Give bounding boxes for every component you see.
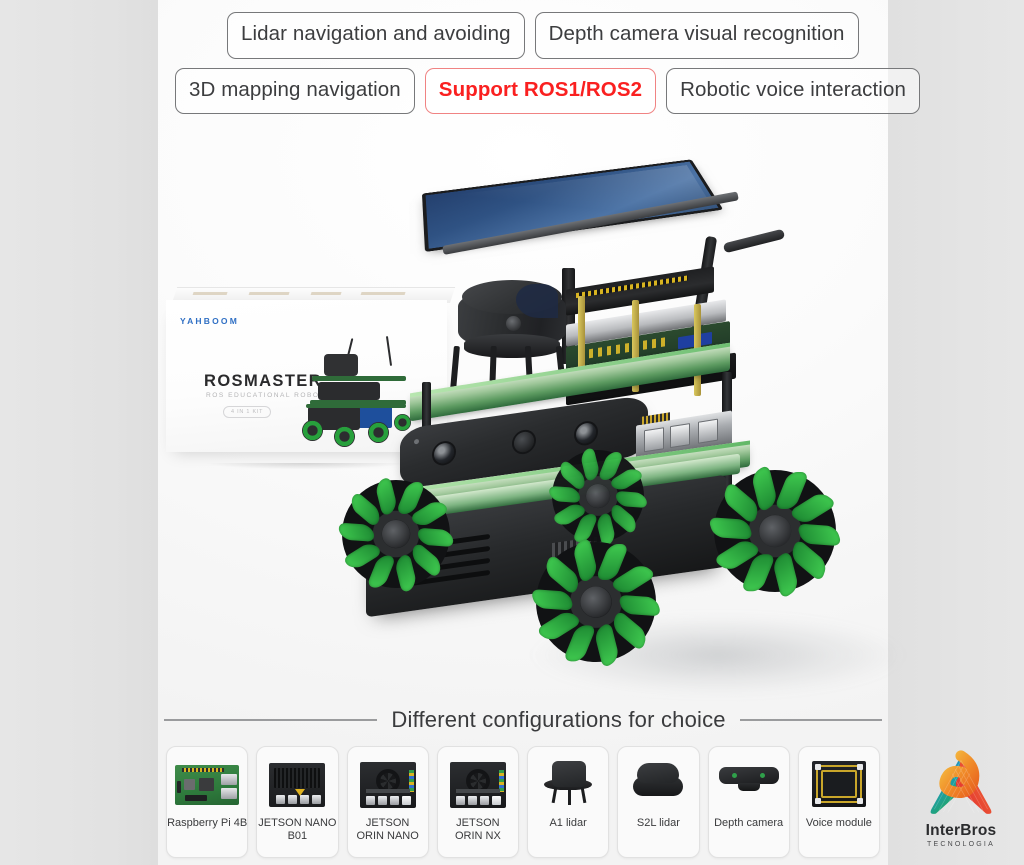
config-card-label: S2L lidar — [636, 817, 680, 829]
mecanum-wheel-rear-right — [707, 463, 843, 601]
voice-module-icon — [803, 753, 875, 815]
config-card-label: Voice module — [805, 817, 872, 829]
feature-tag-depth-camera[interactable]: Depth camera visual recognition — [534, 12, 859, 59]
configurations-header: Different configurations for choice — [158, 700, 888, 740]
product-marketing-image: Lidar navigation and avoiding Depth came… — [0, 0, 1024, 865]
header-rule-left — [164, 719, 378, 721]
config-card-label: Depth camera — [714, 817, 784, 829]
lidar-lens — [506, 316, 521, 331]
s2l-lidar-icon — [622, 753, 694, 815]
lidar-window — [516, 284, 558, 318]
interbros-mark-icon — [930, 750, 992, 814]
interbros-tagline: TECNOLOGIA — [927, 841, 995, 848]
wheel-hub — [586, 484, 610, 508]
wheel-roller — [410, 540, 443, 581]
feature-tag-row-1: Lidar navigation and avoiding Depth came… — [158, 0, 888, 59]
jetson-nano-board-icon — [261, 753, 333, 815]
depth-camera-lens-right — [576, 421, 596, 445]
feature-tag-3d-mapping[interactable]: 3D mapping navigation — [175, 67, 415, 114]
config-card-jetson-orin-nano[interactable]: JETSON ORIN NANO — [346, 746, 429, 858]
wheel-roller — [529, 588, 575, 612]
config-card-label: A1 lidar — [549, 817, 587, 829]
config-card-label: Raspberry Pi 4B — [167, 817, 248, 829]
configurations-title: Different configurations for choice — [391, 707, 726, 732]
feature-tag-group: Lidar navigation and avoiding Depth came… — [158, 0, 920, 114]
depth-camera-lens-left — [434, 441, 454, 465]
feature-tag-ros-support[interactable]: Support ROS1/ROS2 — [424, 67, 657, 114]
config-card-depth-camera[interactable]: Depth camera — [707, 746, 790, 858]
rosmaster-robot-render — [330, 150, 850, 671]
mecanum-wheel-rear-left — [547, 445, 649, 549]
wheel-hub — [381, 519, 411, 549]
config-card-label: JETSON ORIN NANO — [356, 817, 419, 842]
wheel-roller — [707, 517, 754, 541]
feature-tag-row-2: 3D mapping navigation Support ROS1/ROS2 … — [158, 59, 920, 114]
interbros-brand-name: InterBros — [925, 822, 997, 839]
configurations-section: Different configurations for choice Rasp… — [158, 700, 888, 865]
mecanum-wheel-front-right — [529, 535, 663, 671]
depth-camera-lens-center — [514, 430, 534, 454]
raspberry-pi-board-icon — [171, 753, 243, 815]
display-assembly — [421, 150, 786, 355]
wheel-hub — [580, 586, 612, 618]
interbros-logo: InterBros TECNOLOGIA — [902, 740, 1020, 858]
wheel-hub — [759, 515, 791, 547]
box-kit-badge: 4 IN 1 KIT — [223, 406, 272, 418]
display-arm-upper — [722, 228, 786, 254]
depth-camera-indicator — [414, 438, 419, 445]
jetson-orin-board-icon — [442, 753, 514, 815]
feature-tag-lidar-navigation[interactable]: Lidar navigation and avoiding — [227, 12, 525, 59]
config-card-a1-lidar[interactable]: A1 lidar — [527, 746, 610, 858]
config-card-jetson-orin-nx[interactable]: JETSON ORIN NX — [436, 746, 519, 858]
mecanum-wheel-front-left — [336, 474, 456, 596]
config-card-s2l-lidar[interactable]: S2L lidar — [617, 746, 700, 858]
a1-lidar-icon — [532, 753, 604, 815]
yahboom-logo: YAHBOOM — [180, 316, 240, 326]
jetson-orin-board-icon — [352, 753, 424, 815]
config-card-raspberry-pi-4b[interactable]: Raspberry Pi 4B — [166, 746, 249, 858]
feature-tag-voice-interaction[interactable]: Robotic voice interaction — [666, 67, 920, 114]
config-card-label: JETSON NANO B01 — [258, 817, 337, 842]
right-gutter — [888, 0, 1024, 865]
config-card-label: JETSON ORIN NX — [454, 817, 501, 842]
depth-camera-icon — [713, 753, 785, 815]
config-card-jetson-nano-b01[interactable]: JETSON NANO B01 — [256, 746, 339, 858]
left-gutter — [0, 0, 158, 865]
configuration-card-row: Raspberry Pi 4B JETSON NANO B01 JETSON O… — [158, 740, 888, 858]
config-card-voice-module[interactable]: Voice module — [797, 746, 880, 858]
header-rule-right — [739, 719, 882, 721]
wheel-roller — [336, 522, 377, 543]
